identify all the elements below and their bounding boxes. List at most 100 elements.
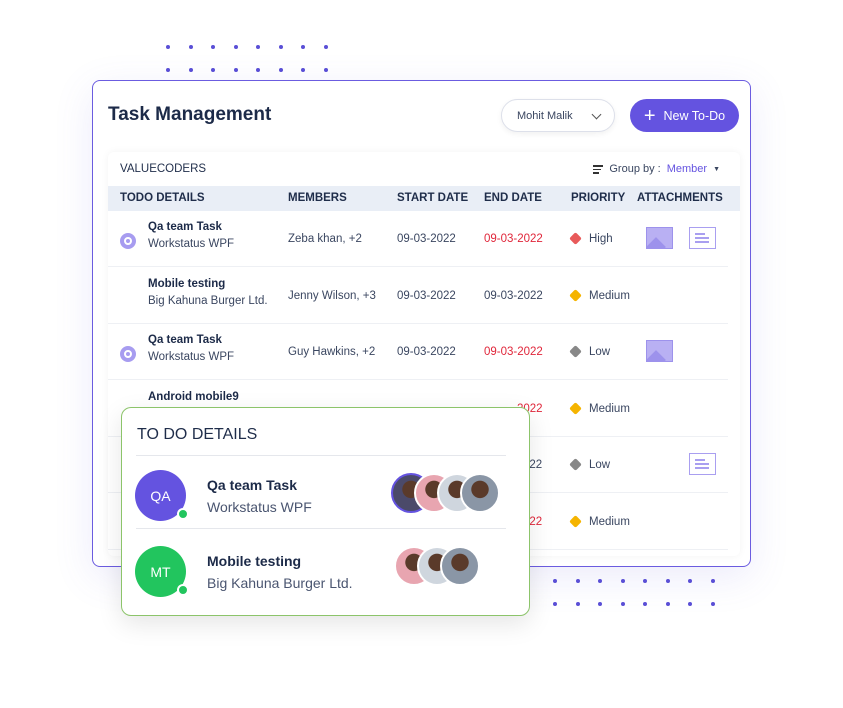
- divider: [136, 528, 506, 529]
- task-end-date: 09-03-2022: [484, 346, 543, 358]
- dot: [688, 602, 692, 606]
- dot: [575, 602, 580, 606]
- image-attachment-icon[interactable]: [646, 340, 673, 362]
- sync-icon: [120, 233, 136, 249]
- col-end-date[interactable]: END DATE: [484, 192, 542, 204]
- caret-down-icon: ▼: [713, 165, 720, 173]
- task-avatar: MT: [135, 546, 189, 597]
- plus-icon: +: [643, 104, 656, 127]
- todo-details-popup: TO DO DETAILS QA Qa team Task Workstatus…: [121, 407, 530, 616]
- col-members[interactable]: MEMBERS: [288, 192, 347, 204]
- dot: [166, 68, 170, 72]
- dot: [688, 579, 692, 583]
- avatar-initials: MT: [150, 563, 171, 580]
- dot: [166, 45, 170, 49]
- task-priority: High: [589, 233, 613, 245]
- task-title[interactable]: Android mobile9: [148, 391, 239, 403]
- popup-task-org: Workstatus WPF: [207, 499, 312, 515]
- document-attachment-icon[interactable]: [689, 227, 716, 249]
- decor-dots-bottom: [553, 579, 733, 606]
- member-photo[interactable]: [460, 473, 500, 513]
- organization-name: VALUECODERS: [120, 163, 207, 175]
- dot: [665, 579, 670, 583]
- col-start-date[interactable]: START DATE: [397, 192, 468, 204]
- image-attachment-icon[interactable]: [646, 227, 673, 249]
- col-todo-details[interactable]: TODO DETAILS: [120, 192, 205, 204]
- col-attachments[interactable]: ATTACHMENTS: [637, 192, 723, 204]
- popup-task-item[interactable]: MT Mobile testing Big Kahuna Burger Ltd.: [122, 536, 522, 606]
- task-project: Big Kahuna Burger Ltd.: [148, 294, 268, 307]
- dot: [211, 45, 215, 49]
- priority-medium-icon: [569, 288, 582, 302]
- dot: [211, 68, 215, 72]
- task-priority: Medium: [589, 402, 630, 415]
- task-project: Workstatus WPF: [148, 238, 235, 250]
- group-by-label: Group by :: [609, 163, 661, 176]
- popup-task-item[interactable]: QA Qa team Task Workstatus WPF: [122, 460, 522, 530]
- priority-medium-icon: [569, 514, 582, 528]
- sync-icon: [120, 346, 136, 362]
- popup-title: TO DO DETAILS: [137, 426, 258, 443]
- dot: [301, 68, 305, 72]
- dot: [598, 579, 602, 583]
- dot: [323, 45, 328, 49]
- dot: [256, 68, 260, 72]
- task-start-date: 09-03-2022: [397, 346, 456, 358]
- dot: [710, 602, 715, 606]
- task-priority: Low: [589, 459, 611, 471]
- dot: [665, 602, 670, 606]
- priority-low-icon: [569, 458, 582, 471]
- table-row[interactable]: Qa team Task Workstatus WPF Guy Hawkins, +…: [108, 324, 728, 380]
- divider: [136, 455, 506, 456]
- priority-medium-icon: [569, 401, 582, 415]
- user-dropdown-label: Mohit Malik: [517, 109, 573, 122]
- task-end-date: 09-03-2022: [484, 289, 543, 302]
- task-title[interactable]: Mobile testing: [148, 278, 225, 290]
- dot: [323, 68, 328, 72]
- task-project: Workstatus WPF: [148, 351, 235, 363]
- dot: [553, 579, 557, 583]
- task-title[interactable]: Qa team Task: [148, 334, 222, 346]
- dot: [620, 579, 625, 583]
- dot: [710, 579, 715, 583]
- decor-dots-top: [166, 45, 346, 72]
- dot: [188, 68, 193, 72]
- task-avatar: QA: [135, 470, 189, 521]
- dot: [278, 45, 283, 49]
- dot: [256, 45, 260, 49]
- member-photo[interactable]: [440, 546, 480, 586]
- dot: [233, 45, 238, 49]
- dot: [301, 45, 305, 49]
- task-start-date: 09-03-2022: [397, 289, 456, 302]
- dot: [188, 45, 193, 49]
- dot: [553, 602, 557, 606]
- new-todo-button[interactable]: + New To-Do: [630, 99, 739, 132]
- task-title[interactable]: Qa team Task: [148, 221, 222, 233]
- task-members: Jenny Wilson, +3: [288, 289, 376, 302]
- dot: [233, 68, 238, 72]
- table-row[interactable]: Mobile testing Big Kahuna Burger Ltd. Jenn…: [108, 268, 728, 324]
- online-status-icon: [177, 584, 189, 596]
- priority-high-icon: [569, 232, 582, 245]
- task-end-date: 09-03-2022: [484, 233, 543, 245]
- user-dropdown[interactable]: Mohit Malik: [501, 99, 615, 132]
- col-priority[interactable]: PRIORITY: [571, 192, 625, 204]
- task-members: Zeba khan, +2: [288, 233, 362, 245]
- table-row[interactable]: Qa team Task Workstatus WPF Zeba khan, +2 0…: [108, 211, 728, 267]
- task-members: Guy Hawkins, +2: [288, 346, 376, 358]
- group-by-value[interactable]: Member: [667, 163, 707, 175]
- group-by-control[interactable]: Group by : Member ▼: [593, 163, 720, 176]
- dot: [598, 602, 602, 606]
- table-header: TODO DETAILS MEMBERS START DATE END DATE…: [108, 186, 740, 211]
- priority-low-icon: [569, 345, 582, 358]
- dot: [643, 602, 647, 606]
- filter-lines-icon: [593, 163, 604, 176]
- popup-task-name[interactable]: Qa team Task: [207, 477, 297, 493]
- page-title: Task Management: [108, 104, 272, 125]
- dot: [643, 579, 647, 583]
- task-priority: Medium: [589, 289, 630, 302]
- document-attachment-icon[interactable]: [689, 453, 716, 475]
- popup-task-name[interactable]: Mobile testing: [207, 553, 301, 569]
- chevron-down-icon: [591, 109, 602, 120]
- task-start-date: 09-03-2022: [397, 233, 456, 245]
